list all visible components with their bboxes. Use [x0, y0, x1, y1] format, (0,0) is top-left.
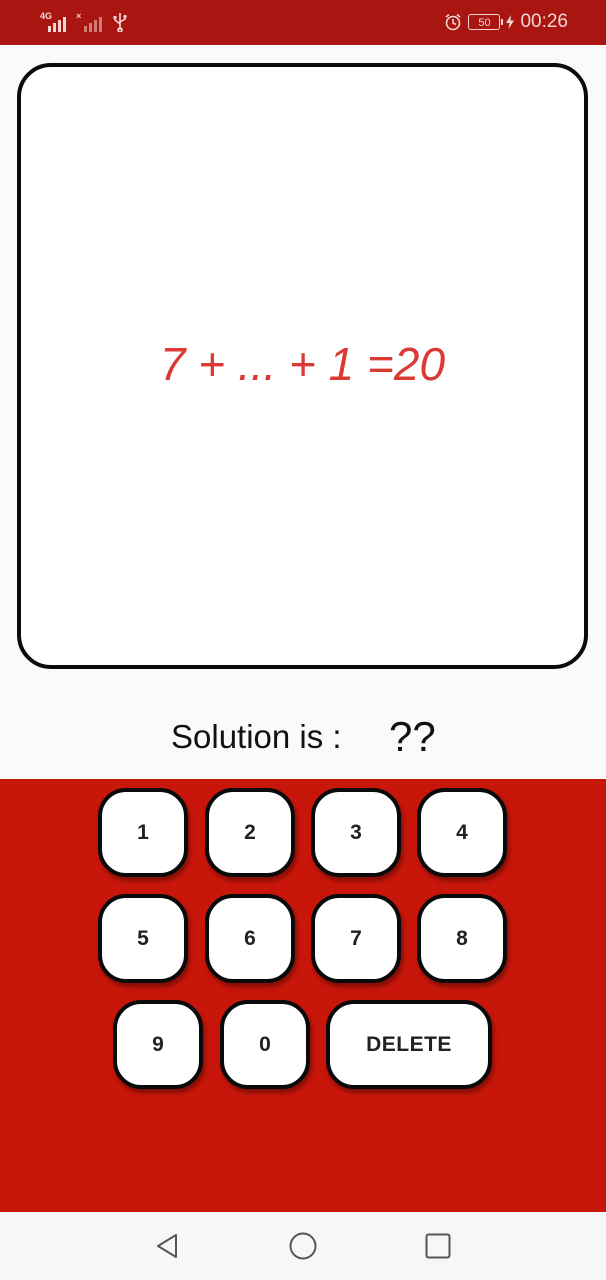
solution-value: ?? — [389, 713, 436, 760]
usb-icon — [113, 13, 127, 32]
key-2[interactable]: 2 — [205, 788, 295, 877]
status-time: 00:26 — [520, 11, 568, 32]
key-8[interactable]: 8 — [417, 894, 507, 983]
question-card: 7 + ... + 1 =20 — [17, 63, 588, 669]
status-bar: 4G × 50 00:26 — [0, 0, 606, 45]
key-7[interactable]: 7 — [311, 894, 401, 983]
key-6[interactable]: 6 — [205, 894, 295, 983]
alarm-icon — [445, 13, 461, 31]
delete-button[interactable]: DELETE — [326, 1000, 492, 1089]
key-5[interactable]: 5 — [98, 894, 188, 983]
navigation-bar — [0, 1212, 606, 1280]
nav-home-icon[interactable] — [289, 1232, 317, 1260]
nav-back-icon[interactable] — [154, 1232, 182, 1260]
key-3[interactable]: 3 — [311, 788, 401, 877]
signal-4g-icon: 4G — [40, 11, 66, 32]
battery-icon: 50 — [468, 14, 504, 30]
charging-icon — [506, 15, 515, 29]
keypad: 1 2 3 4 5 6 7 8 9 0 DELETE — [0, 779, 606, 1212]
nav-recents-icon[interactable] — [424, 1232, 452, 1260]
key-9[interactable]: 9 — [113, 1000, 203, 1089]
key-4[interactable]: 4 — [417, 788, 507, 877]
solution-label: Solution is : — [171, 718, 342, 755]
key-0[interactable]: 0 — [220, 1000, 310, 1089]
solution-row: Solution is : ?? — [0, 708, 606, 763]
signal-no-sim-icon: × — [76, 11, 102, 32]
key-1[interactable]: 1 — [98, 788, 188, 877]
equation-text: 7 + ... + 1 =20 — [159, 338, 446, 390]
